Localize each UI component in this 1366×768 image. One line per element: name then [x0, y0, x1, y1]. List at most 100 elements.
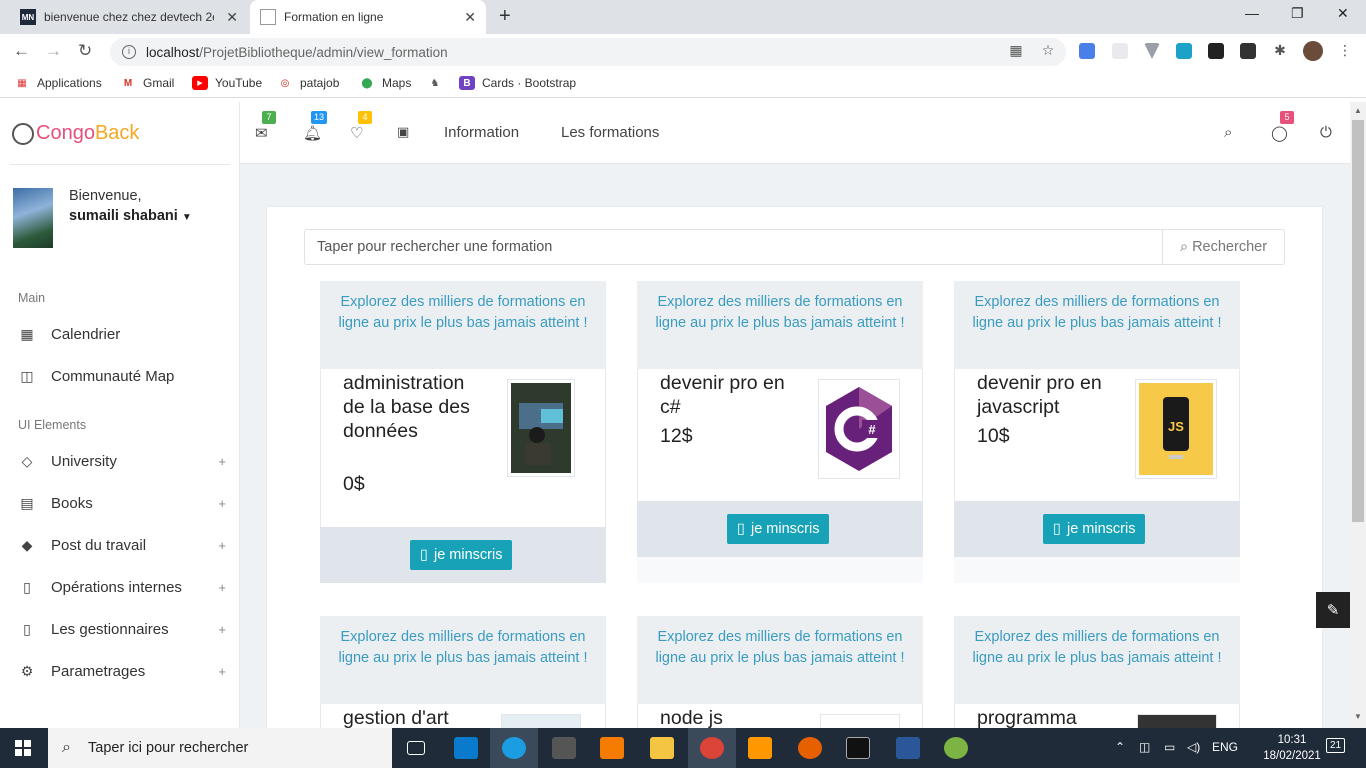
clock-time: 10:31: [1277, 734, 1307, 746]
card-header: Explorez des milliers de formations en l…: [637, 616, 923, 704]
bookmark-patajob[interactable]: ◎ patajob: [277, 76, 340, 90]
screenshot-extension-icon[interactable]: [1176, 43, 1192, 59]
puzzle-icon[interactable]: ✱: [1272, 42, 1288, 58]
search-button[interactable]: ⌕ Rechercher: [1162, 229, 1285, 265]
restore-icon[interactable]: ❐: [1291, 5, 1304, 22]
dark-extension-icon[interactable]: [1208, 43, 1224, 59]
page-scrollbar[interactable]: ▲ ▼: [1350, 102, 1366, 728]
task-view-icon[interactable]: [392, 728, 440, 768]
search-icon[interactable]: ⌕: [1224, 124, 1232, 141]
expand-icon[interactable]: +: [218, 538, 226, 553]
sidebar-item-communaute-map[interactable]: ◫ Communauté Map: [0, 356, 240, 396]
avatar[interactable]: [13, 188, 53, 248]
sidebar-item-label: Parametrages: [51, 662, 146, 680]
patajob-icon: ◎: [280, 77, 290, 89]
sublime-icon[interactable]: [736, 728, 784, 768]
extension-icon[interactable]: [1112, 43, 1128, 59]
battery-icon[interactable]: ▭: [1164, 740, 1175, 754]
bookmark-gmail[interactable]: M Gmail: [120, 76, 175, 90]
brand-logo[interactable]: Congo Back: [12, 122, 139, 145]
sidebar-item-les-gestionnaires[interactable]: ▯ Les gestionnaires +: [0, 609, 240, 649]
translate-extension-icon[interactable]: [1079, 43, 1095, 59]
expand-icon[interactable]: +: [218, 454, 226, 469]
language-icon[interactable]: ▣: [397, 124, 409, 140]
close-icon[interactable]: ✕: [226, 9, 238, 26]
xampp-icon[interactable]: [588, 728, 636, 768]
chrome-icon[interactable]: [688, 728, 736, 768]
window-close-icon[interactable]: ✕: [1337, 5, 1349, 22]
nav-link-les-formations[interactable]: Les formations: [561, 124, 659, 141]
language-indicator[interactable]: ENG: [1212, 740, 1238, 754]
cb-extension-icon[interactable]: [1240, 43, 1256, 59]
vue-extension-icon[interactable]: [1144, 43, 1160, 59]
sidebar-item-university[interactable]: ◇ University +: [0, 441, 240, 481]
system-clock[interactable]: 10:31 18/02/2021: [1262, 732, 1322, 764]
bookmark-star-icon[interactable]: ☆: [1040, 42, 1056, 58]
notifications-badge[interactable]: 21: [1326, 738, 1346, 753]
sidebar-item-label: Opérations internes: [51, 578, 182, 596]
enroll-button[interactable]: ▯ je minscris: [1043, 514, 1146, 544]
bookmark-youtube[interactable]: ▶ YouTube: [192, 76, 262, 90]
forward-icon[interactable]: →: [45, 41, 62, 61]
vscode-icon[interactable]: [442, 728, 490, 768]
new-tab-icon[interactable]: +: [499, 5, 511, 28]
theme-settings-button[interactable]: ✎: [1316, 592, 1350, 628]
sidebar-item-books[interactable]: ▤ Books +: [0, 483, 240, 523]
sidebar-item-parametrages[interactable]: ⚙ Parametrages +: [0, 651, 240, 691]
bell-icon[interactable]: 🔔︎: [303, 124, 322, 142]
store-icon[interactable]: [540, 728, 588, 768]
back-icon[interactable]: ←: [13, 41, 30, 61]
web-app: Congo Back Bienvenue, sumaili shabani ▼ M…: [0, 102, 1366, 728]
chevron-up-icon[interactable]: ⌃: [1115, 740, 1125, 754]
scroll-up-icon[interactable]: ▲: [1354, 106, 1362, 115]
sidebar-item-operations-internes[interactable]: ▯ Opérations internes +: [0, 567, 240, 607]
card-header: Explorez des milliers de formations en l…: [637, 281, 923, 369]
bookmark-applications[interactable]: ▦ Applications: [14, 76, 101, 90]
profile-avatar[interactable]: [1303, 41, 1323, 61]
bookmark-bootstrap[interactable]: B Cards · Bootstrap: [459, 76, 576, 90]
expand-icon[interactable]: +: [218, 664, 226, 679]
volume-icon[interactable]: ◁): [1187, 740, 1200, 754]
sidebar-item-post-du-travail[interactable]: ◆ Post du travail +: [0, 525, 240, 565]
chat-badge: 5: [1280, 111, 1294, 124]
qr-code-icon[interactable]: ▦: [1008, 42, 1024, 58]
user-dropdown[interactable]: sumaili shabani ▼: [69, 208, 192, 224]
scroll-down-icon[interactable]: ▼: [1354, 712, 1362, 721]
scrollbar-thumb[interactable]: [1352, 120, 1364, 522]
word-icon[interactable]: [884, 728, 932, 768]
firefox-icon[interactable]: [786, 728, 834, 768]
windows-start-icon[interactable]: [15, 740, 31, 756]
address-bar[interactable]: i localhost /ProjetBibliotheque/admin/vi…: [110, 38, 1066, 66]
network-icon[interactable]: ◫: [1139, 740, 1150, 754]
browser-tab-formation[interactable]: Formation en ligne ✕: [250, 0, 486, 34]
nav-link-information[interactable]: Information: [444, 124, 519, 141]
bookmark-maps[interactable]: ⬤ Maps: [359, 76, 411, 90]
info-icon[interactable]: i: [122, 45, 136, 59]
terminal-icon[interactable]: [834, 728, 882, 768]
enroll-button[interactable]: ▯ je minscris: [410, 540, 513, 570]
chameleon-app-icon[interactable]: [932, 728, 980, 768]
reload-icon[interactable]: ↻: [78, 41, 92, 61]
edge-icon[interactable]: [490, 728, 538, 768]
power-icon[interactable]: ⏻: [1320, 124, 1332, 141]
expand-icon[interactable]: +: [218, 496, 226, 511]
file-explorer-icon[interactable]: [638, 728, 686, 768]
taskbar-search[interactable]: ⌕ Taper ici pour rechercher: [48, 728, 392, 768]
close-icon[interactable]: ✕: [464, 9, 476, 26]
bookmark-unnamed[interactable]: ♞: [427, 76, 450, 90]
minimize-icon[interactable]: —: [1245, 5, 1259, 21]
course-image: [507, 379, 575, 477]
enroll-button[interactable]: ▯ je minscris: [727, 514, 830, 544]
chat-icon[interactable]: ◯: [1271, 124, 1288, 142]
menu-dots-icon[interactable]: ⋮: [1337, 42, 1353, 58]
expand-icon[interactable]: +: [218, 580, 226, 595]
browser-tab-devtech[interactable]: MN bienvenue chez chez devtech 2eme ✕: [12, 0, 248, 34]
heart-icon[interactable]: ♡: [350, 124, 363, 142]
sidebar-item-calendrier[interactable]: ▦ Calendrier: [0, 314, 240, 354]
mail-icon[interactable]: ✉: [255, 124, 268, 142]
search-input[interactable]: Taper pour rechercher une formation: [304, 229, 1162, 265]
browser-tab-strip: MN bienvenue chez chez devtech 2eme ✕ Fo…: [0, 0, 1366, 34]
sidebar: Congo Back Bienvenue, sumaili shabani ▼ M…: [0, 102, 240, 728]
expand-icon[interactable]: +: [218, 622, 226, 637]
book-icon: ▤: [20, 494, 34, 511]
